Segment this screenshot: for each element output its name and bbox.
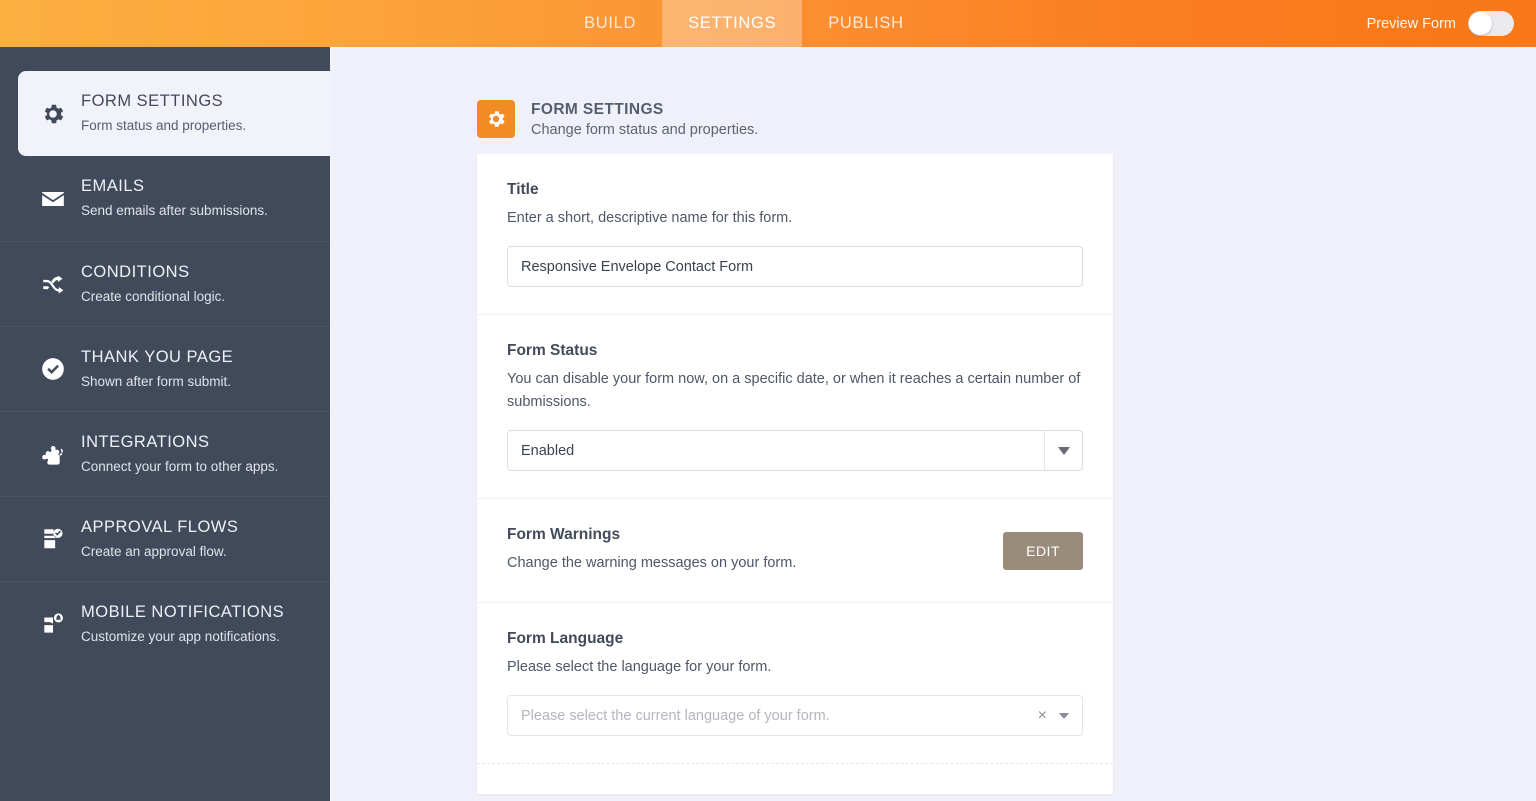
form-warnings-description: Change the warning messages on your form… xyxy=(507,555,797,572)
main-content: FORM SETTINGS Change form status and pro… xyxy=(330,47,1536,801)
chevron-down-icon xyxy=(1044,431,1082,471)
sidebar-item-emails[interactable]: EMAILS Send emails after submissions. xyxy=(0,156,330,241)
form-status-select[interactable]: Enabled xyxy=(507,430,1083,472)
preview-form-toggle[interactable] xyxy=(1468,11,1514,36)
title-description: Enter a short, descriptive name for this… xyxy=(507,210,793,226)
form-language-section: Form Language Please select the language… xyxy=(477,601,1113,765)
form-status-section: Form Status You can disable your form no… xyxy=(477,314,1113,498)
form-status-label: Form Status xyxy=(507,342,598,360)
clear-icon[interactable]: × xyxy=(1038,707,1047,724)
tab-settings[interactable]: SETTINGS xyxy=(662,0,803,47)
tab-build[interactable]: BUILD xyxy=(558,0,662,47)
settings-sidebar: FORM SETTINGS Form status and properties… xyxy=(0,47,330,801)
sidebar-item-subtitle: Create an approval flow. xyxy=(81,543,227,559)
sidebar-item-label: MOBILE NOTIFICATIONS xyxy=(81,603,285,621)
form-status-description: You can disable your form now, on a spec… xyxy=(507,371,1081,410)
section-header: FORM SETTINGS Change form status and pro… xyxy=(477,100,758,138)
sidebar-item-approval-flows[interactable]: APPROVAL FLOWS Create an approval flow. xyxy=(0,496,330,581)
tab-settings-label: SETTINGS xyxy=(688,14,777,32)
page-subtitle: Change form status and properties. xyxy=(531,121,759,138)
gear-icon xyxy=(477,100,515,138)
sidebar-top-gap xyxy=(0,47,330,71)
sidebar-item-subtitle: Connect your form to other apps. xyxy=(81,458,279,474)
envelope-icon xyxy=(38,184,68,214)
sidebar-item-mobile-notifications[interactable]: MOBILE NOTIFICATIONS Customize your app … xyxy=(0,581,330,666)
sidebar-item-subtitle: Customize your app notifications. xyxy=(81,628,280,644)
shuffle-icon xyxy=(38,269,68,299)
sidebar-item-subtitle: Send emails after submissions. xyxy=(81,202,268,218)
sidebar-item-subtitle: Shown after form submit. xyxy=(81,373,232,389)
sidebar-item-label: INTEGRATIONS xyxy=(81,433,210,451)
tab-publish[interactable]: PUBLISH xyxy=(802,0,930,47)
sidebar-item-subtitle: Form status and properties. xyxy=(81,117,247,133)
form-status-selected-value: Enabled xyxy=(521,442,575,459)
approval-check-icon xyxy=(38,524,68,554)
sidebar-item-label: APPROVAL FLOWS xyxy=(81,518,239,536)
puzzle-piece-icon xyxy=(38,439,68,469)
page-title: FORM SETTINGS xyxy=(531,100,664,118)
next-section-placeholder xyxy=(477,764,1113,794)
title-section: Title Enter a short, descriptive name fo… xyxy=(477,154,1113,314)
form-language-placeholder: Please select the current language of yo… xyxy=(521,707,830,724)
sidebar-item-thank-you-page[interactable]: THANK YOU PAGE Shown after form submit. xyxy=(0,326,330,411)
tab-publish-label: PUBLISH xyxy=(828,14,904,32)
sidebar-item-subtitle: Create conditional logic. xyxy=(81,288,226,304)
top-navigation-bar: BUILD SETTINGS PUBLISH Preview Form xyxy=(0,0,1536,47)
sidebar-item-label: CONDITIONS xyxy=(81,263,190,281)
sidebar-item-integrations[interactable]: INTEGRATIONS Connect your form to other … xyxy=(0,411,330,496)
check-circle-icon xyxy=(38,354,68,384)
form-language-label: Form Language xyxy=(507,629,624,647)
form-title-input[interactable] xyxy=(507,246,1083,288)
sidebar-item-label: FORM SETTINGS xyxy=(81,92,224,110)
form-language-select[interactable]: Please select the current language of yo… xyxy=(507,695,1083,737)
chevron-down-icon[interactable] xyxy=(1059,712,1069,719)
tab-build-label: BUILD xyxy=(584,14,637,32)
sidebar-item-form-settings[interactable]: FORM SETTINGS Form status and properties… xyxy=(18,71,330,156)
sidebar-item-conditions[interactable]: CONDITIONS Create conditional logic. xyxy=(0,241,330,326)
sidebar-item-label: EMAILS xyxy=(81,177,145,195)
mobile-bell-icon xyxy=(38,609,68,639)
form-warnings-label: Form Warnings xyxy=(507,526,621,544)
sidebar-item-label: THANK YOU PAGE xyxy=(81,348,234,366)
gear-icon xyxy=(38,99,68,129)
toggle-knob xyxy=(1469,12,1492,35)
form-warnings-section: Form Warnings Change the warning message… xyxy=(477,498,1113,601)
form-language-description: Please select the language for your form… xyxy=(507,658,772,675)
preview-form-control: Preview Form xyxy=(1367,0,1536,47)
edit-form-warnings-button[interactable]: EDIT xyxy=(1003,531,1083,570)
settings-card: Title Enter a short, descriptive name fo… xyxy=(477,154,1113,795)
title-label: Title xyxy=(507,181,539,198)
preview-form-label: Preview Form xyxy=(1366,15,1456,32)
